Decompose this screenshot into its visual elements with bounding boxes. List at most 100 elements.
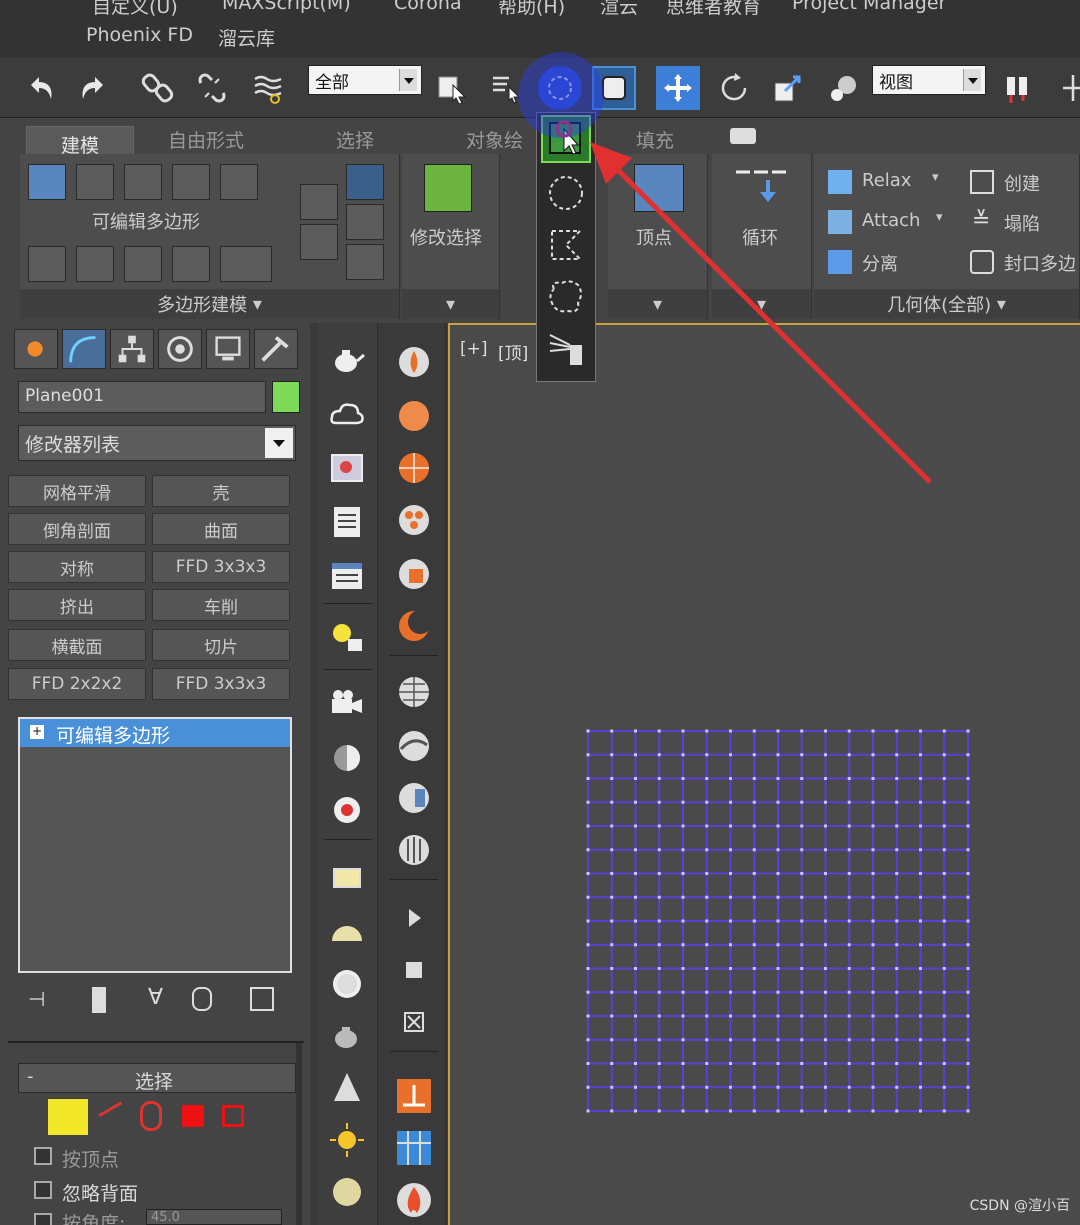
grid-vertex[interactable] <box>966 990 970 994</box>
grid-vertex[interactable] <box>942 1109 946 1113</box>
grid-vertex[interactable] <box>895 1038 899 1042</box>
unlink-icon[interactable] <box>190 66 234 110</box>
grid-vertex[interactable] <box>942 824 946 828</box>
grid-vertex[interactable] <box>681 1109 685 1113</box>
camera-icon[interactable] <box>328 685 366 723</box>
grid-vertex[interactable] <box>871 943 875 947</box>
grid-vertex[interactable] <box>847 1014 851 1018</box>
grid-vertex[interactable] <box>919 729 922 733</box>
grid-vertex[interactable] <box>966 895 970 899</box>
menu-siweizhe[interactable]: 思维者教育 <box>666 0 761 19</box>
grid-vertex[interactable] <box>634 1109 637 1113</box>
grid-vertex[interactable] <box>586 919 590 923</box>
grid-vertex[interactable] <box>919 872 922 875</box>
grid-vertex[interactable] <box>610 848 614 852</box>
grid-vertex[interactable] <box>657 919 661 923</box>
cone-icon[interactable] <box>328 1069 366 1107</box>
grid-vertex[interactable] <box>824 800 827 804</box>
grid-vertex[interactable] <box>729 895 732 899</box>
grid-vertex[interactable] <box>586 777 590 780</box>
grid-vertex[interactable] <box>895 824 899 828</box>
grid-vertex[interactable] <box>966 1038 970 1042</box>
grid-vertex[interactable] <box>752 1038 756 1042</box>
grid-vertex[interactable] <box>729 1038 732 1042</box>
grid-vertex[interactable] <box>657 1109 661 1113</box>
grid-vertex[interactable] <box>895 895 899 899</box>
grid-vertex[interactable] <box>800 1109 804 1113</box>
redo-icon[interactable] <box>72 66 116 110</box>
render-frame-icon[interactable] <box>328 449 366 487</box>
place-icon[interactable] <box>822 66 866 110</box>
grid-vertex[interactable] <box>847 800 851 804</box>
grid-vertex[interactable] <box>776 967 780 970</box>
grid-vertex[interactable] <box>610 967 614 970</box>
grow-selection-icon[interactable] <box>424 164 472 212</box>
menu-liuyunku[interactable]: 溜云库 <box>218 24 275 51</box>
grid-vertex[interactable] <box>776 1038 780 1042</box>
grid-vertex[interactable] <box>776 753 780 757</box>
grid-vertex[interactable] <box>752 990 756 994</box>
modifier-meshsmooth-button[interactable]: 网格平滑 <box>8 475 146 507</box>
globe-icon[interactable] <box>395 673 433 711</box>
create-tab-icon[interactable] <box>14 329 58 369</box>
grid-vertex[interactable] <box>919 1062 922 1065</box>
grid-vertex[interactable] <box>634 919 637 923</box>
grid-vertex[interactable] <box>681 800 685 804</box>
grid-vertex[interactable] <box>729 943 732 947</box>
fire-simulation-icon[interactable] <box>393 1075 435 1117</box>
grid-vertex[interactable] <box>657 943 661 947</box>
grid-vertex[interactable] <box>942 753 946 757</box>
grid-vertex[interactable] <box>586 1038 590 1042</box>
grid-vertex[interactable] <box>705 919 709 923</box>
grid-vertex[interactable] <box>847 967 851 970</box>
grid-vertex[interactable] <box>776 824 780 828</box>
grid-vertex[interactable] <box>895 848 899 852</box>
grid-vertex[interactable] <box>800 800 804 804</box>
grid-vertex[interactable] <box>847 848 851 852</box>
geometry-footer[interactable]: 几何体(全部) ▾ <box>814 289 1079 319</box>
menu-help[interactable]: 帮助(H) <box>498 0 565 19</box>
grid-vertex[interactable] <box>847 729 851 733</box>
bind-spacewarp-icon[interactable] <box>246 66 290 110</box>
grid-vertex[interactable] <box>942 990 946 994</box>
grid-vertex[interactable] <box>586 800 590 804</box>
close-icon[interactable] <box>395 1003 433 1041</box>
selection-region-icon[interactable] <box>538 66 582 110</box>
grid-vertex[interactable] <box>919 1085 922 1089</box>
grid-vertex[interactable] <box>800 919 804 923</box>
grid-vertex[interactable] <box>729 800 732 804</box>
grid-vertex[interactable] <box>752 1109 756 1113</box>
fire-sphere-icon[interactable] <box>395 343 433 381</box>
grid-vertex[interactable] <box>919 1109 922 1113</box>
reference-coordinate-dropdown[interactable]: 视图 <box>872 65 986 95</box>
menu-phoenix-fd[interactable]: Phoenix FD <box>86 24 193 46</box>
grid-vertex[interactable] <box>824 967 827 970</box>
grid-vertex[interactable] <box>634 729 637 733</box>
grid-vertex[interactable] <box>919 824 922 828</box>
grid-vertex[interactable] <box>705 1014 709 1018</box>
light-icon[interactable] <box>328 619 366 657</box>
grid-vertex[interactable] <box>919 1014 922 1018</box>
grid-vertex[interactable] <box>800 1062 804 1065</box>
grid-vertex[interactable] <box>705 777 709 780</box>
select-object-icon[interactable] <box>430 66 474 110</box>
grid-vertex[interactable] <box>752 729 756 733</box>
grid-vertex[interactable] <box>705 753 709 757</box>
grid-vertex[interactable] <box>705 1109 709 1113</box>
grid-vertex[interactable] <box>966 1109 970 1113</box>
grid-vertex[interactable] <box>634 1062 637 1065</box>
link-icon[interactable] <box>136 66 180 110</box>
grid-vertex[interactable] <box>657 872 661 875</box>
grid-vertex[interactable] <box>729 729 732 733</box>
border-subobject-icon[interactable] <box>124 164 162 200</box>
orange-sphere-icon[interactable] <box>395 397 433 435</box>
grid-vertex[interactable] <box>776 895 780 899</box>
grid-vertex[interactable] <box>919 800 922 804</box>
menu-project-manager[interactable]: Project Manager <box>792 0 946 14</box>
grid-vertex[interactable] <box>586 729 590 733</box>
grid-vertex[interactable] <box>752 1062 756 1065</box>
lasso-region-option[interactable] <box>541 273 591 321</box>
grid-vertex[interactable] <box>681 753 685 757</box>
grid-vertex[interactable] <box>800 943 804 947</box>
grid-vertex[interactable] <box>729 990 732 994</box>
